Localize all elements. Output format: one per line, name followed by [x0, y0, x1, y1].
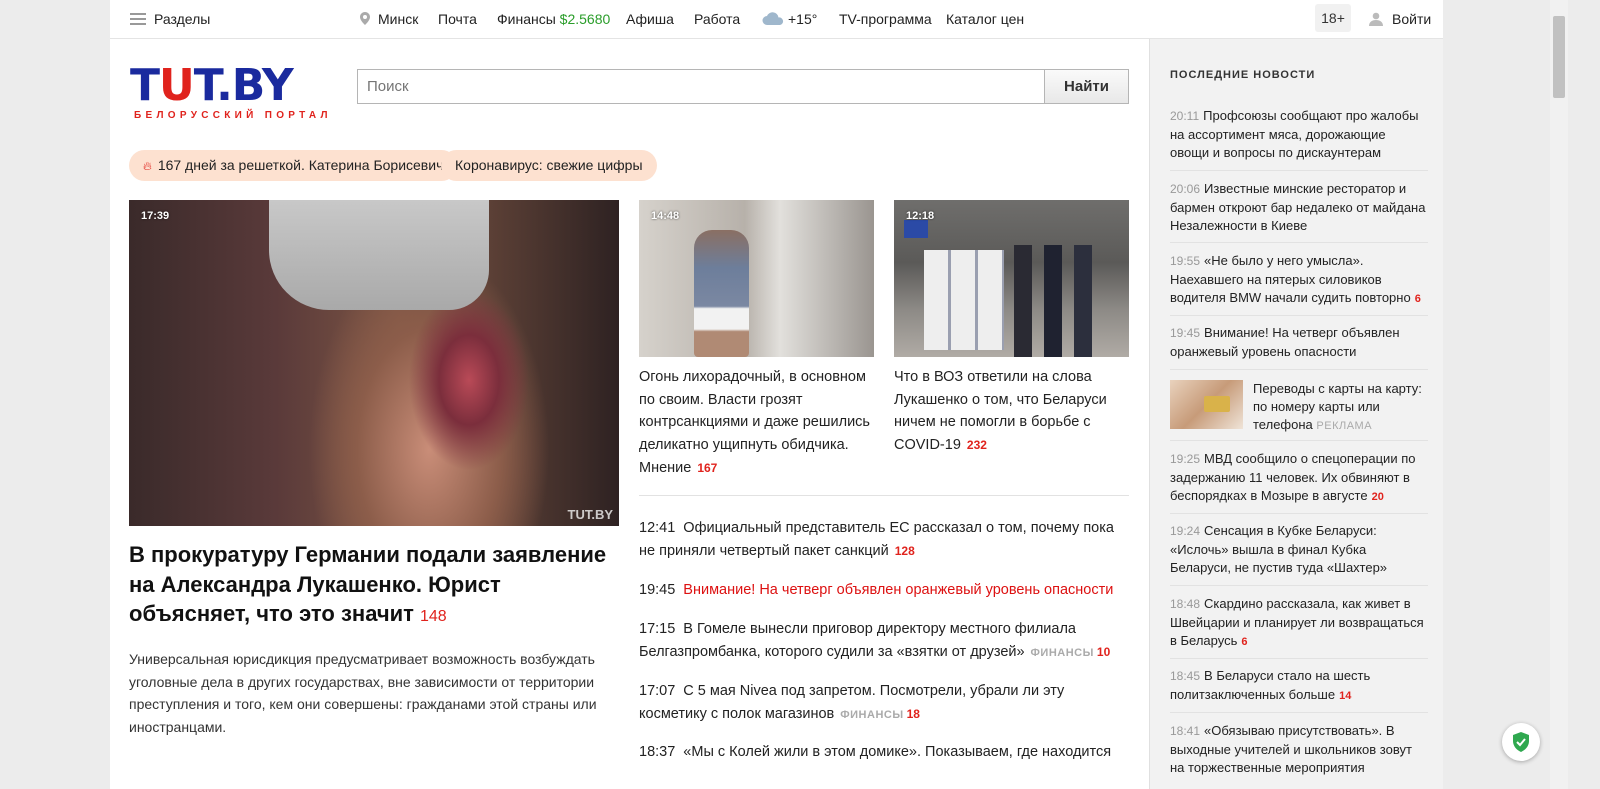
security-shield-icon[interactable] [1502, 723, 1540, 761]
login-link[interactable]: Войти [1392, 11, 1431, 27]
news-time: 17:15 [639, 621, 676, 637]
sidebar-heading: ПОСЛЕДНИЕ НОВОСТИ [1170, 69, 1316, 81]
news-time: 19:45 [1170, 326, 1201, 340]
comment-count[interactable]: 10 [1097, 645, 1110, 659]
sections-menu-link[interactable]: Разделы [154, 11, 210, 27]
top-navigation-bar: Разделы Минск Почта Финансы $2.5680 Афиш… [110, 0, 1443, 39]
page-scrollbar[interactable] [1550, 0, 1568, 789]
comment-count[interactable]: 148 [420, 608, 447, 625]
comment-count[interactable]: 6 [1415, 293, 1421, 305]
news-time: 19:45 [639, 582, 676, 598]
comment-count[interactable]: 128 [895, 544, 915, 558]
comment-count[interactable]: 14 [1339, 690, 1351, 702]
hamburger-menu-icon[interactable] [130, 13, 146, 25]
page: Разделы Минск Почта Финансы $2.5680 Афиш… [110, 0, 1443, 789]
search-input[interactable] [357, 69, 1045, 104]
mail-link[interactable]: Почта [438, 11, 477, 27]
finance-rate: $2.5680 [559, 11, 611, 27]
divider [639, 495, 1129, 496]
user-icon [1369, 12, 1383, 26]
ad-link[interactable]: Переводы с карты на карту: по номеру кар… [1253, 380, 1433, 435]
chip-political-prisoner[interactable]: 🔥︎ 167 дней за решеткой. Катерина Борисев… [129, 150, 458, 181]
news-item[interactable]: 17:15 В Гомеле вынесли приговор директору… [639, 618, 1129, 664]
main-story-image[interactable]: 17:39 TUT.BY [129, 200, 619, 526]
chip-coronavirus[interactable]: Коронавирус: свежие цифры [441, 150, 657, 181]
card-image[interactable]: 12:18 [894, 200, 1129, 357]
scrollbar-thumb[interactable] [1553, 16, 1565, 98]
news-time: 20:11 [1170, 109, 1200, 123]
main-story-headline[interactable]: В прокуратуру Германии подали заявление … [129, 540, 609, 632]
sidebar-news-item[interactable]: 19:45 Внимание! На четверг объявлен оранж… [1170, 324, 1428, 361]
category-tag[interactable]: ФИНАНСЫ [1031, 647, 1094, 659]
finance-link[interactable]: Финансы $2.5680 [497, 11, 610, 27]
comment-count[interactable]: 167 [697, 461, 717, 475]
card-time: 12:18 [906, 210, 935, 222]
ad-label: РЕКЛАМА [1316, 420, 1373, 432]
news-time: 18:41 [1170, 724, 1201, 738]
news-time: 18:45 [1170, 669, 1201, 683]
sidebar-news-item[interactable]: 19:55 «Не было у него умысла». Наехавшего… [1170, 252, 1428, 309]
news-time: 19:25 [1170, 452, 1201, 466]
latest-news-sidebar: ПОСЛЕДНИЕ НОВОСТИ 20:11 Профсоюзы сообщаю… [1149, 39, 1443, 789]
news-time: 20:06 [1170, 182, 1201, 196]
news-time: 18:48 [1170, 597, 1201, 611]
work-link[interactable]: Работа [694, 11, 740, 27]
news-item[interactable]: 12:41 Официальный представитель ЕС расска… [639, 517, 1129, 562]
sidebar-news-item[interactable]: 18:48 Скардино рассказала, как живет в Шв… [1170, 595, 1428, 652]
afisha-link[interactable]: Афиша [626, 11, 674, 27]
ad-image[interactable] [1170, 380, 1243, 429]
city-link[interactable]: Минск [378, 11, 418, 27]
sidebar-news-item[interactable]: 20:06 Известные минские ресторатор и барм… [1170, 180, 1428, 236]
news-item-alert[interactable]: 19:45 Внимание! На четверг объявлен оранж… [639, 579, 1129, 602]
site-logo[interactable]: TUT.BY БЕЛОРУССКИЙ ПОРТАЛ [130, 64, 338, 126]
location-pin-icon [360, 12, 370, 25]
sidebar-news-item[interactable]: 18:41 «Обязываю присутствовать». В выходн… [1170, 722, 1428, 778]
card-headline[interactable]: Огонь лихорадочный, в основном по своим.… [639, 366, 874, 480]
fire-icon: 🔥︎ [143, 159, 152, 173]
card-headline[interactable]: Что в ВОЗ ответили на слова Лукашенко о … [894, 366, 1129, 457]
comment-count[interactable]: 18 [907, 707, 920, 721]
age-rating-badge: 18+ [1315, 4, 1351, 32]
main-story-time: 17:39 [141, 210, 170, 222]
sidebar-news-item[interactable]: 19:25 МВД сообщило о спецоперации по заде… [1170, 450, 1428, 507]
main-story-lead: Универсальная юрисдикция предусматривает… [129, 651, 597, 735]
card-image[interactable]: 14:48 [639, 200, 874, 357]
news-time: 18:37 [639, 744, 676, 760]
news-time: 17:07 [639, 683, 676, 699]
sidebar-news-item[interactable]: 19:24 Сенсация в Кубке Беларуси: «Ислочь»… [1170, 522, 1428, 578]
sidebar-news-item[interactable]: 20:11 Профсоюзы сообщают про жалобы на ас… [1170, 107, 1428, 163]
image-watermark: TUT.BY [567, 507, 614, 522]
news-item[interactable]: 18:37 «Мы с Колей жили в этом домике». По… [639, 741, 1129, 764]
category-tag[interactable]: ФИНАНСЫ [840, 709, 903, 721]
news-time: 12:41 [639, 520, 676, 536]
logo-wordmark: TUT.BY [130, 60, 294, 111]
comment-count[interactable]: 6 [1241, 636, 1247, 648]
finance-label: Финансы [497, 11, 556, 27]
cloud-weather-icon [762, 12, 784, 25]
comment-count[interactable]: 232 [967, 438, 987, 452]
tv-program-link[interactable]: TV-программа [839, 11, 932, 27]
search-button[interactable]: Найти [1044, 69, 1129, 104]
news-item[interactable]: 17:07 С 5 мая Nivea под запретом. Посмотр… [639, 680, 1129, 726]
news-time: 19:24 [1170, 524, 1201, 538]
news-time: 19:55 [1170, 254, 1201, 268]
sidebar-news-item[interactable]: 18:45 В Беларуси стало на шесть политзакл… [1170, 667, 1428, 705]
logo-subtitle: БЕЛОРУССКИЙ ПОРТАЛ [134, 110, 332, 121]
card-time: 14:48 [651, 210, 680, 222]
weather-link[interactable]: +15° [788, 11, 817, 27]
comment-count[interactable]: 20 [1372, 491, 1384, 503]
price-catalog-link[interactable]: Каталог цен [946, 11, 1024, 27]
